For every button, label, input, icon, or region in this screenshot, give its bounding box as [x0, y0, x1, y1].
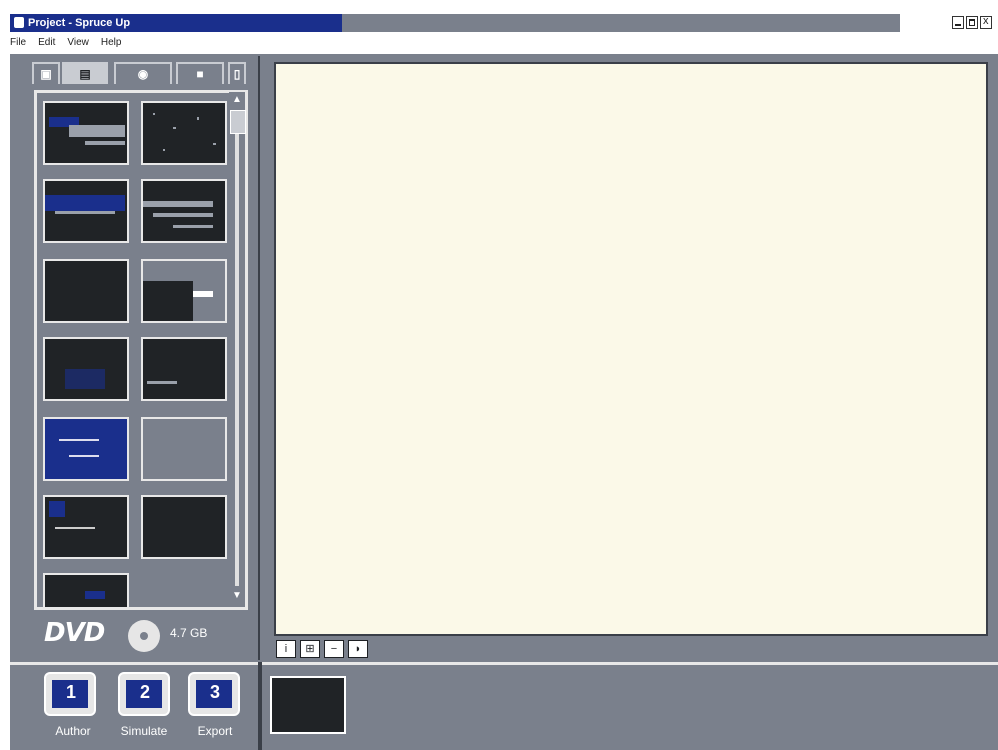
timeline-item[interactable] [270, 676, 346, 734]
author-button[interactable]: 1 [44, 672, 96, 716]
thumbnail[interactable] [43, 417, 129, 481]
thumbnail[interactable] [141, 259, 227, 323]
thumbnail-grid [34, 90, 248, 610]
app-icon [14, 17, 24, 28]
disk-icon: ■ [196, 67, 204, 81]
thumbnail[interactable] [43, 259, 129, 323]
title-bar[interactable]: Project - Spruce Up [10, 14, 900, 32]
dvd-logo: DVD [44, 618, 105, 648]
scroll-thumb[interactable] [230, 110, 246, 134]
thumbnail[interactable] [141, 495, 227, 559]
info-icon[interactable]: i [276, 640, 296, 658]
window-controls [952, 15, 992, 30]
thumbnail[interactable] [141, 417, 227, 481]
minus-icon[interactable]: − [324, 640, 344, 658]
tab-pages[interactable]: ▯ [228, 62, 246, 84]
media-icon: ▣ [40, 67, 52, 81]
scroll-down-icon[interactable]: ▼ [231, 590, 243, 602]
scroll-track [235, 112, 239, 586]
page-icon: ▯ [233, 67, 241, 81]
menu-view[interactable]: View [67, 34, 89, 52]
disc-capacity: 4.7 GB [170, 626, 208, 640]
thumbnail[interactable] [141, 179, 227, 243]
thumbnail[interactable] [43, 337, 129, 401]
thumbnail-scrollbar[interactable]: ▲ ▼ [229, 92, 246, 606]
preview-canvas[interactable] [274, 62, 988, 636]
bottom-divider [258, 662, 262, 750]
menu-bar: File Edit View Help [10, 34, 998, 52]
minimize-icon[interactable] [952, 16, 964, 29]
speaker-icon[interactable]: ◗ [348, 640, 368, 658]
export-label: Export [197, 724, 233, 738]
view-toolbar: i ⊞ − ◗ [276, 640, 396, 660]
thumbnail[interactable] [141, 101, 227, 165]
tab-timing[interactable]: ◉ [114, 62, 172, 84]
tab-media[interactable]: ▣ [32, 62, 60, 84]
tab-disk[interactable]: ■ [176, 62, 224, 84]
menu-help[interactable]: Help [101, 34, 122, 52]
clock-icon: ◉ [137, 67, 149, 81]
close-icon[interactable] [980, 15, 992, 29]
thumbnail[interactable] [141, 337, 227, 401]
image-icon: ▤ [79, 67, 91, 81]
thumbnail[interactable] [43, 101, 129, 165]
scroll-up-icon[interactable]: ▲ [231, 94, 243, 106]
disc-icon [128, 620, 160, 652]
thumbnail[interactable] [43, 573, 129, 607]
export-button[interactable]: 3 [188, 672, 240, 716]
menu-edit[interactable]: Edit [38, 34, 55, 52]
simulate-button[interactable]: 2 [118, 672, 170, 716]
thumbnail[interactable] [43, 495, 129, 559]
grid-icon[interactable]: ⊞ [300, 640, 320, 658]
simulate-label: Simulate [120, 724, 168, 738]
thumbnail[interactable] [43, 179, 129, 243]
maximize-icon[interactable] [966, 16, 978, 29]
author-label: Author [55, 724, 91, 738]
tab-images[interactable]: ▤ [62, 62, 108, 84]
menu-file[interactable]: File [10, 34, 26, 52]
window-title: Project - Spruce Up [28, 17, 131, 29]
